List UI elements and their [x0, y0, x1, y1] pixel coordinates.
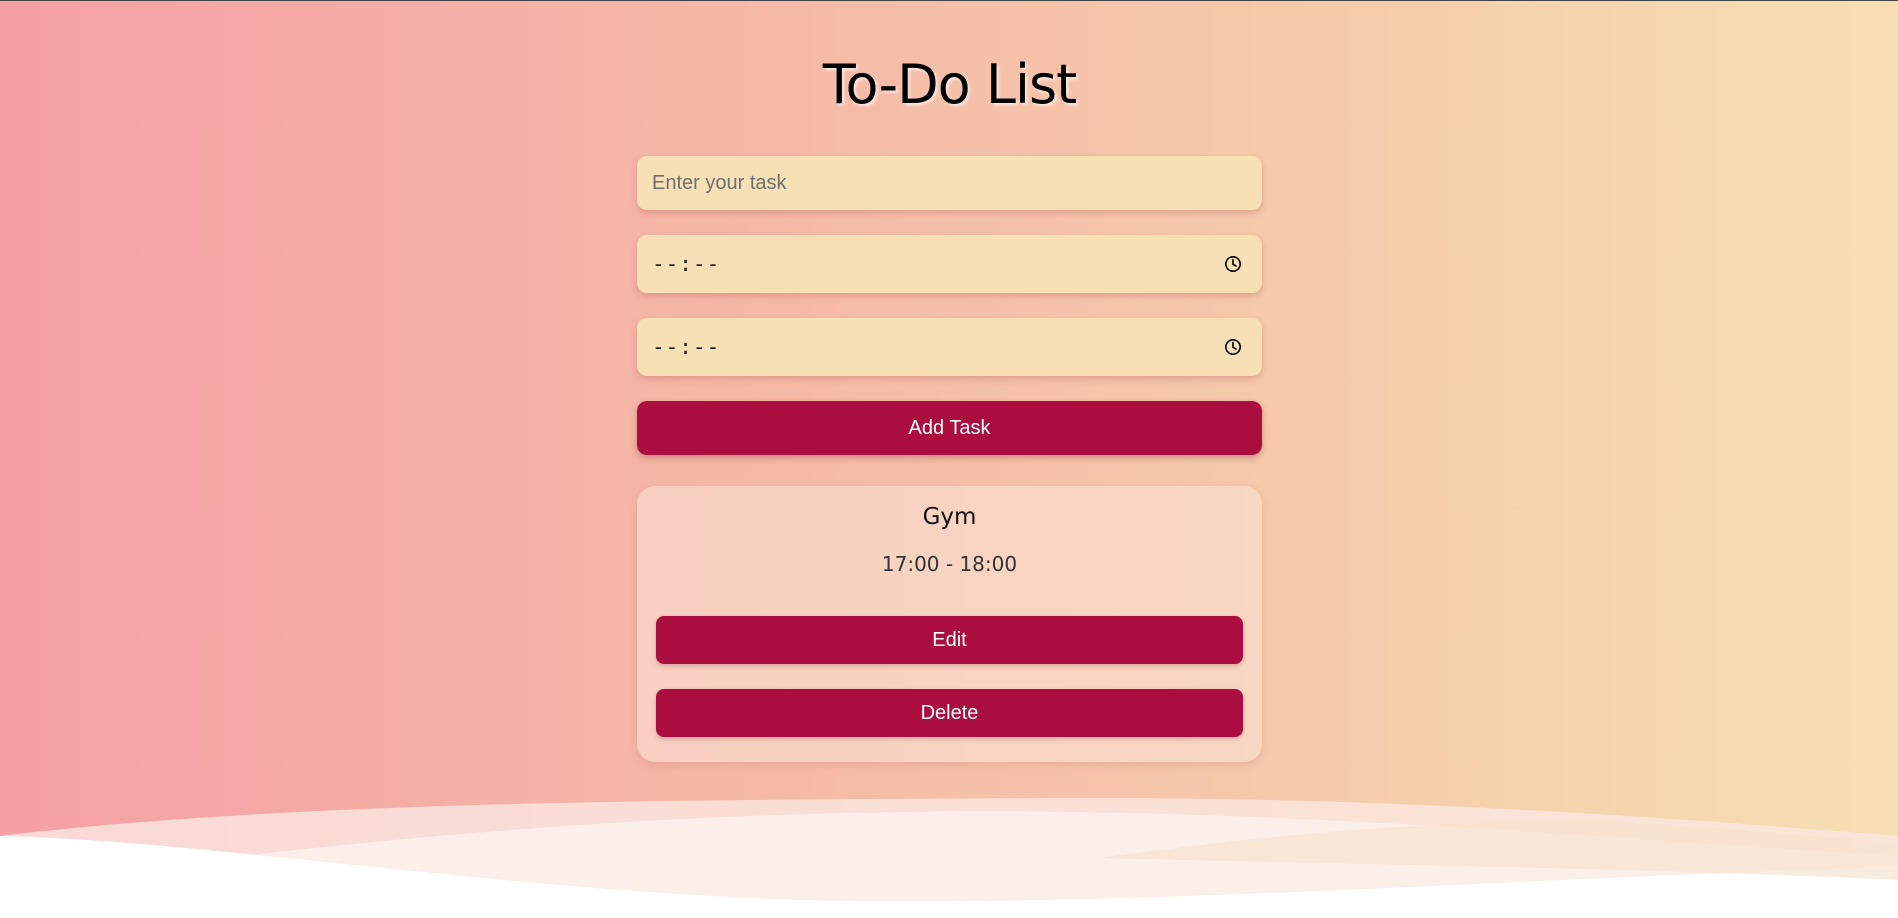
end-time-value: --:-- [652, 335, 721, 359]
start-time-input[interactable]: --:-- [637, 235, 1262, 293]
task-input-placeholder: Enter your task [652, 171, 787, 194]
page-title: To-Do List [822, 53, 1078, 116]
edit-button[interactable]: Edit [656, 616, 1243, 664]
delete-button[interactable]: Delete [656, 689, 1243, 737]
clock-icon[interactable] [1224, 255, 1242, 273]
end-time-input[interactable]: --:-- [637, 318, 1262, 376]
task-time-range: 17:00 - 18:00 [881, 552, 1018, 576]
clock-icon[interactable] [1224, 338, 1242, 356]
todo-app: To-Do List Enter your task --:-- --:-- A… [637, 0, 1262, 762]
task-card: Gym 17:00 - 18:00 Edit Delete [637, 486, 1262, 762]
wave-decoration [0, 797, 1898, 918]
task-name: Gym [922, 504, 977, 530]
task-input[interactable]: Enter your task [637, 156, 1262, 210]
start-time-value: --:-- [652, 252, 721, 276]
add-task-button[interactable]: Add Task [637, 401, 1262, 455]
